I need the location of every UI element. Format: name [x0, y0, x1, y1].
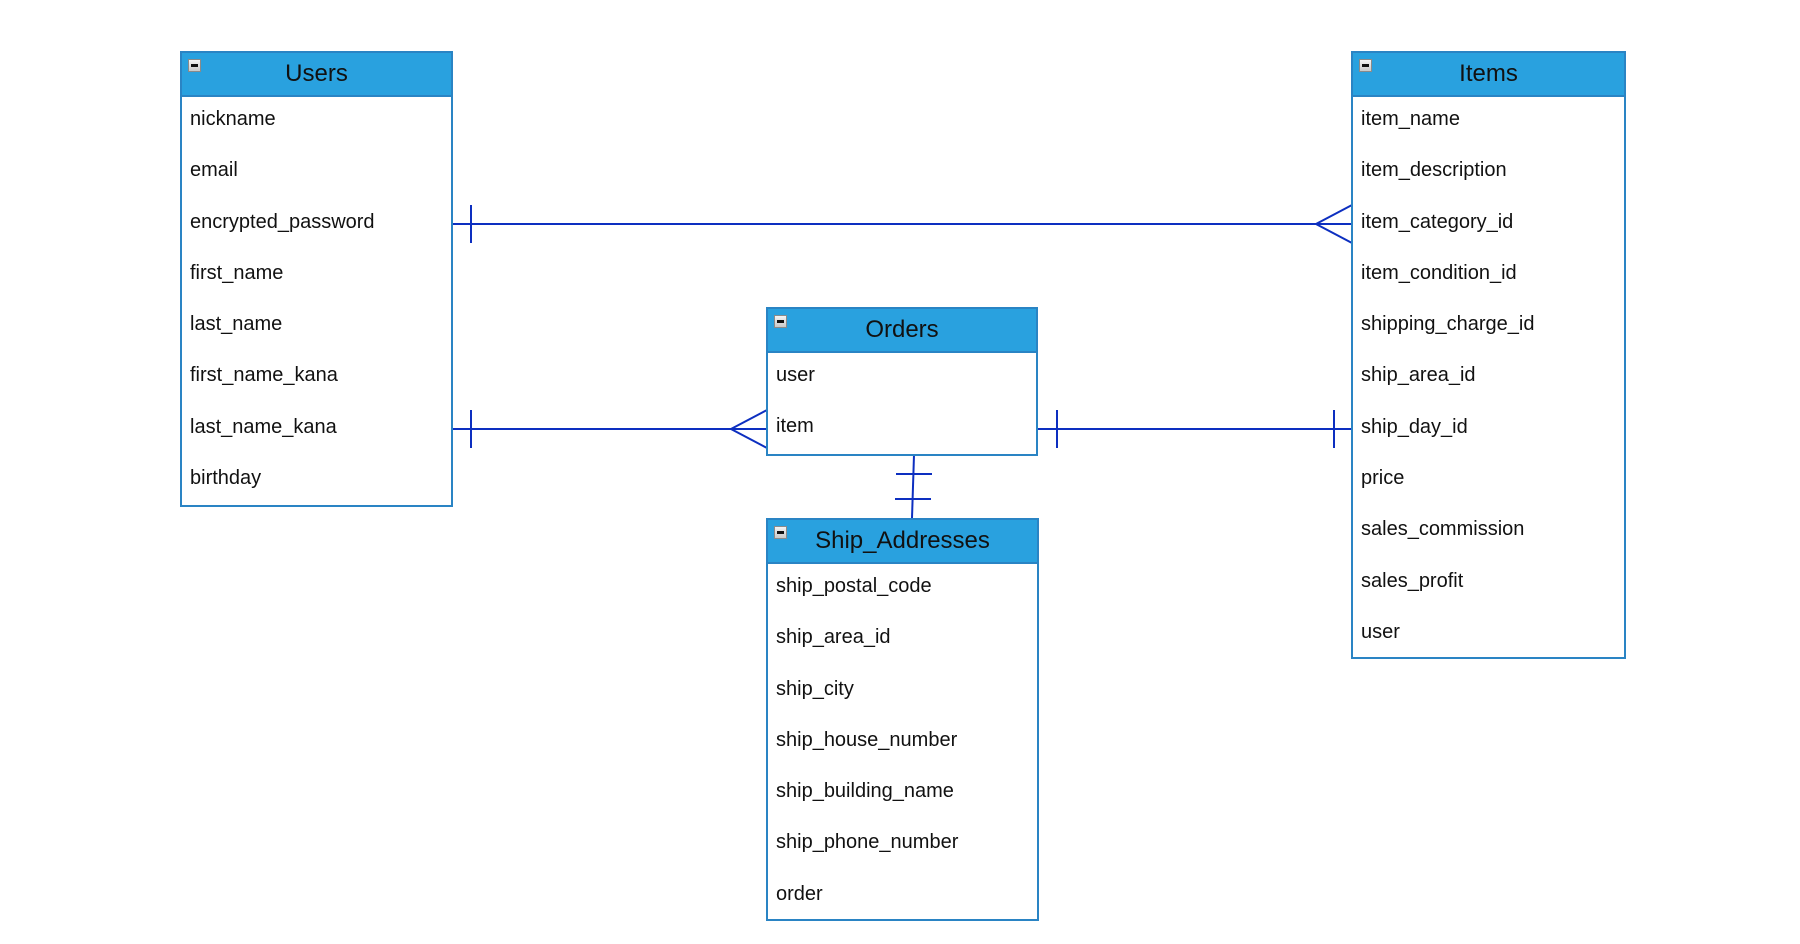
collapse-icon[interactable] — [774, 526, 787, 539]
field-row[interactable]: birthday — [182, 456, 451, 507]
field-row[interactable]: price — [1353, 456, 1624, 507]
field-row[interactable]: order — [768, 872, 1037, 923]
collapse-icon[interactable] — [774, 315, 787, 328]
connector-orders-ship-addresses[interactable] — [895, 454, 932, 519]
connector-line — [911, 454, 915, 519]
field-list: nickname email encrypted_password first_nam… — [182, 97, 451, 507]
field-row[interactable]: sales_profit — [1353, 559, 1624, 610]
field-row[interactable]: first_name — [182, 251, 451, 302]
field-row[interactable]: user — [1353, 610, 1624, 661]
entity-title: Ship_Addresses — [815, 527, 990, 554]
connector-users-orders[interactable] — [452, 409, 768, 449]
entity-header[interactable]: Items — [1353, 53, 1624, 97]
field-row[interactable]: ship_postal_code — [768, 564, 1037, 615]
entity-header[interactable]: Orders — [768, 309, 1036, 353]
entity-header[interactable]: Ship_Addresses — [768, 520, 1037, 564]
field-row[interactable]: ship_area_id — [1353, 353, 1624, 404]
entity-orders[interactable]: Orders user item — [766, 307, 1038, 456]
field-row[interactable]: item_category_id — [1353, 200, 1624, 251]
entity-title: Items — [1459, 60, 1518, 87]
collapse-icon[interactable] — [188, 59, 201, 72]
field-row[interactable]: ship_day_id — [1353, 405, 1624, 456]
field-row[interactable]: ship_phone_number — [768, 820, 1037, 871]
field-row[interactable]: last_name — [182, 302, 451, 353]
field-row[interactable]: ship_area_id — [768, 615, 1037, 666]
field-row[interactable]: item_description — [1353, 148, 1624, 199]
field-row[interactable]: encrypted_password — [182, 200, 451, 251]
field-list: user item — [768, 353, 1036, 456]
field-row[interactable]: shipping_charge_id — [1353, 302, 1624, 353]
entity-ship-addresses[interactable]: Ship_Addresses ship_postal_code ship_area… — [766, 518, 1039, 921]
connector-users-items[interactable] — [452, 204, 1353, 244]
field-row[interactable]: last_name_kana — [182, 405, 451, 456]
field-row[interactable]: email — [182, 148, 451, 199]
field-row[interactable]: ship_house_number — [768, 718, 1037, 769]
collapse-icon[interactable] — [1359, 59, 1372, 72]
field-row[interactable]: item — [768, 404, 1036, 455]
field-row[interactable]: ship_building_name — [768, 769, 1037, 820]
field-list: ship_postal_code ship_area_id ship_city shi… — [768, 564, 1037, 923]
field-row[interactable]: nickname — [182, 97, 451, 148]
field-row[interactable]: sales_commission — [1353, 507, 1624, 558]
field-row[interactable]: first_name_kana — [182, 353, 451, 404]
connector-orders-items[interactable] — [1037, 410, 1352, 448]
entity-users[interactable]: Users nickname email encrypted_password fir… — [180, 51, 453, 507]
field-row[interactable]: ship_city — [768, 667, 1037, 718]
entity-header[interactable]: Users — [182, 53, 451, 97]
field-row[interactable]: user — [768, 353, 1036, 404]
entity-title: Orders — [865, 316, 939, 343]
field-row[interactable]: item_condition_id — [1353, 251, 1624, 302]
entity-items[interactable]: Items item_name item_description item_cate… — [1351, 51, 1626, 659]
field-list: item_name item_description item_category_i… — [1353, 97, 1624, 661]
many-crowfoot-marker — [1313, 204, 1353, 244]
many-crowfoot-marker — [728, 409, 768, 449]
field-row[interactable]: item_name — [1353, 97, 1624, 148]
entity-title: Users — [285, 60, 348, 87]
